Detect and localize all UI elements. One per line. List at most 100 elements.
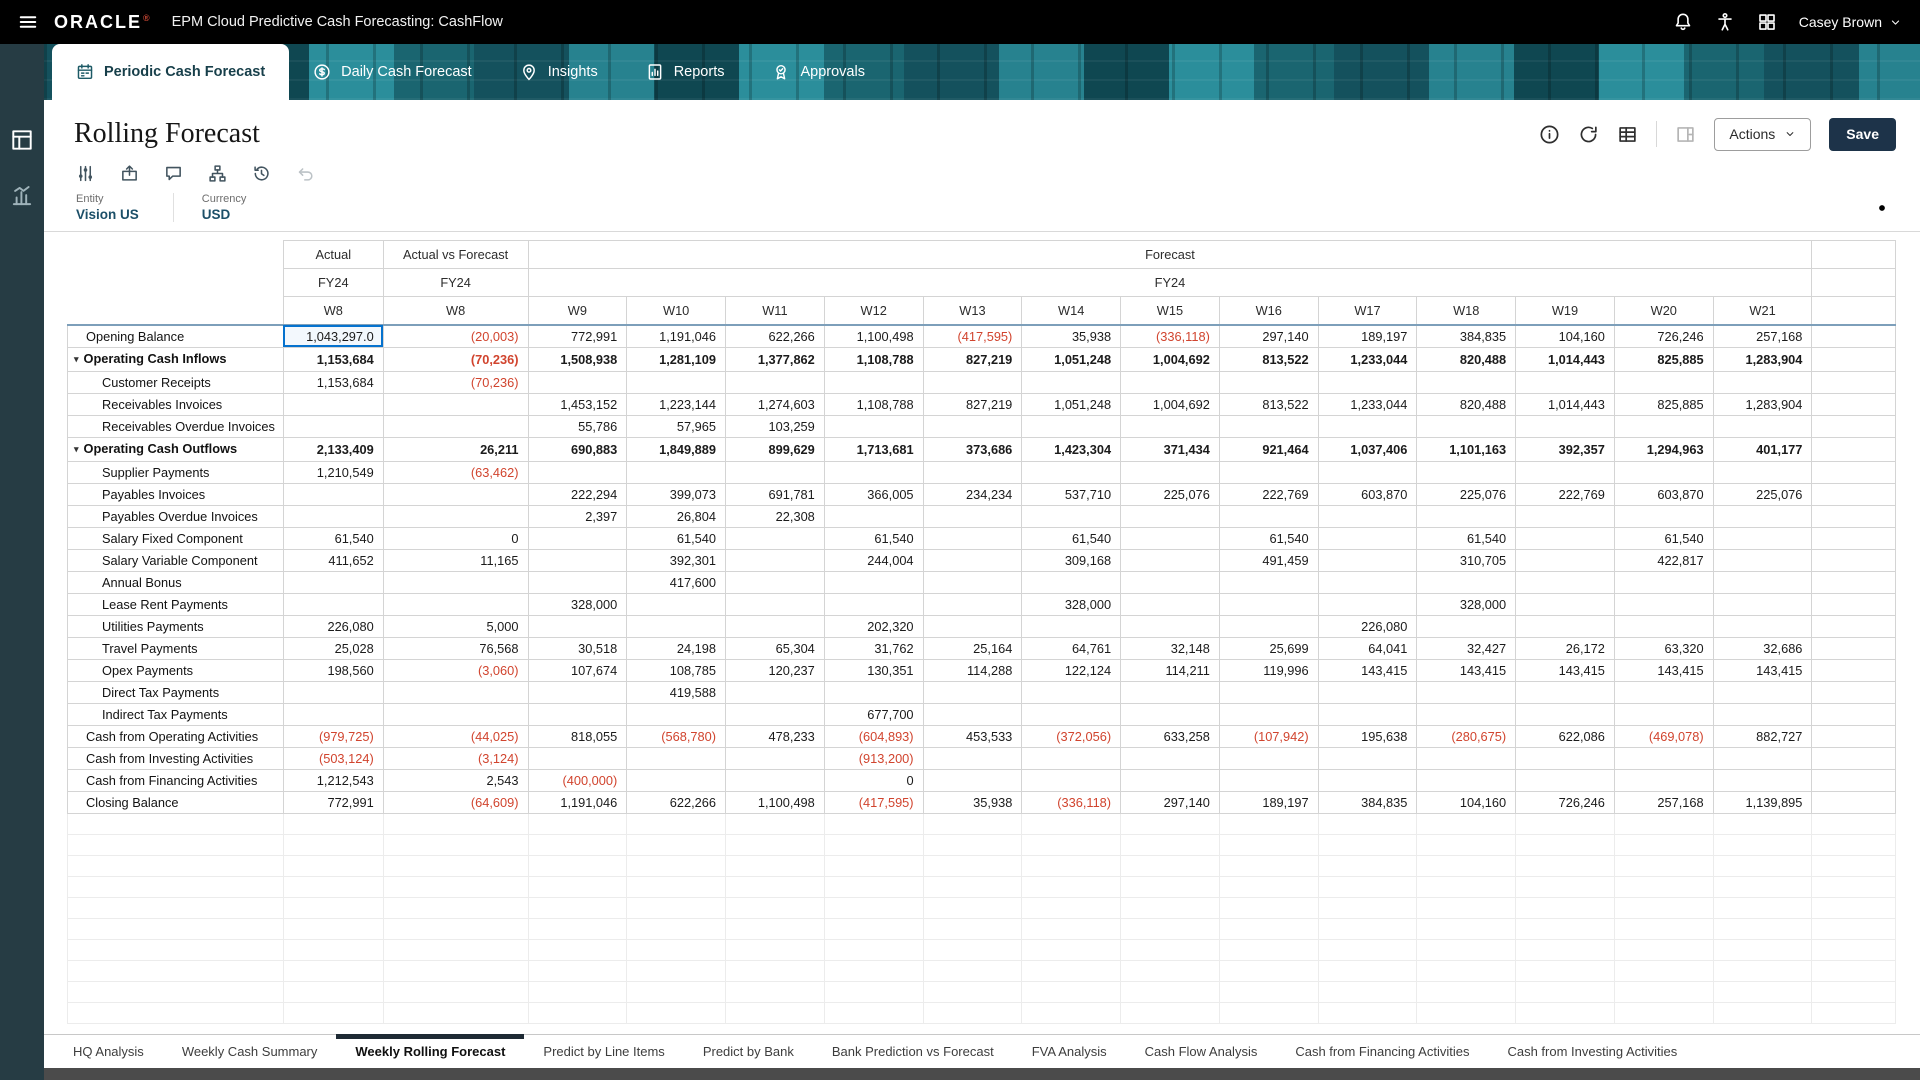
- grid-cell-empty[interactable]: [528, 855, 627, 876]
- grid-cell[interactable]: [1022, 371, 1121, 393]
- grid-cell[interactable]: [923, 571, 1022, 593]
- grid-cell[interactable]: 827,219: [923, 393, 1022, 415]
- grid-cell-empty[interactable]: [1318, 981, 1417, 1002]
- grid-cell-empty[interactable]: [1022, 897, 1121, 918]
- grid-cell-empty[interactable]: [627, 813, 726, 834]
- grid-view-icon[interactable]: [1617, 124, 1638, 145]
- grid-cell[interactable]: (70,236): [383, 371, 528, 393]
- grid-cell[interactable]: [1121, 571, 1220, 593]
- grid-cell[interactable]: [1417, 371, 1516, 393]
- grid-cell-empty[interactable]: [383, 813, 528, 834]
- rail-analytics-icon[interactable]: [10, 184, 34, 208]
- grid-cell-empty[interactable]: [1812, 393, 1896, 415]
- row-label[interactable]: ▾Operating Cash Outflows: [68, 437, 284, 461]
- grid-cell-empty[interactable]: [1812, 571, 1896, 593]
- week-header[interactable]: W20: [1614, 297, 1713, 325]
- grid-cell[interactable]: [726, 593, 825, 615]
- grid-cell[interactable]: 297,140: [1121, 791, 1220, 813]
- comment-icon[interactable]: [164, 164, 183, 183]
- grid-cell-empty[interactable]: [1614, 834, 1713, 855]
- grid-cell[interactable]: (400,000): [528, 769, 627, 791]
- grid-cell-empty[interactable]: [1417, 876, 1516, 897]
- grid-cell[interactable]: 104,160: [1417, 791, 1516, 813]
- grid-cell-empty[interactable]: [1614, 813, 1713, 834]
- grid-cell[interactable]: 422,817: [1614, 549, 1713, 571]
- grid-cell[interactable]: [1516, 549, 1615, 571]
- week-header[interactable]: W13: [923, 297, 1022, 325]
- grid-cell[interactable]: 622,086: [1516, 725, 1615, 747]
- grid-cell-empty[interactable]: [1318, 918, 1417, 939]
- grid-cell[interactable]: [627, 747, 726, 769]
- grid-cell[interactable]: 1,713,681: [824, 437, 923, 461]
- grid-cell[interactable]: 328,000: [1417, 593, 1516, 615]
- grid-cell-empty[interactable]: [824, 876, 923, 897]
- apps-icon[interactable]: [1757, 12, 1777, 32]
- sheet-tab-hq-analysis[interactable]: HQ Analysis: [54, 1035, 163, 1068]
- grid-cell-empty[interactable]: [1812, 876, 1896, 897]
- grid-cell[interactable]: (107,942): [1219, 725, 1318, 747]
- grid-cell[interactable]: 61,540: [283, 527, 383, 549]
- grid-cell[interactable]: 1,004,692: [1121, 347, 1220, 371]
- grid-cell[interactable]: [726, 549, 825, 571]
- grid-cell[interactable]: [1713, 549, 1812, 571]
- grid-cell[interactable]: 726,246: [1614, 325, 1713, 348]
- grid-cell[interactable]: 297,140: [1219, 325, 1318, 348]
- grid-cell[interactable]: 63,320: [1614, 637, 1713, 659]
- grid-cell-empty[interactable]: [1614, 855, 1713, 876]
- bell-icon[interactable]: [1673, 12, 1693, 32]
- grid-cell-empty[interactable]: [1121, 834, 1220, 855]
- grid-cell-empty[interactable]: [1121, 876, 1220, 897]
- grid-cell[interactable]: 2,397: [528, 505, 627, 527]
- grid-cell-empty[interactable]: [726, 981, 825, 1002]
- grid-cell[interactable]: 392,301: [627, 549, 726, 571]
- grid-cell[interactable]: 328,000: [1022, 593, 1121, 615]
- grid-cell[interactable]: [1318, 747, 1417, 769]
- grid-cell[interactable]: 22,308: [726, 505, 825, 527]
- grid-cell[interactable]: [1614, 593, 1713, 615]
- grid-cell[interactable]: [383, 393, 528, 415]
- row-label[interactable]: Customer Receipts: [68, 371, 284, 393]
- grid-cell[interactable]: [528, 747, 627, 769]
- grid-cell[interactable]: [1219, 681, 1318, 703]
- year-header[interactable]: FY24: [383, 269, 528, 297]
- grid-cell-empty[interactable]: [726, 834, 825, 855]
- grid-cell-empty[interactable]: [1812, 918, 1896, 939]
- grid-cell[interactable]: [1318, 415, 1417, 437]
- grid-cell[interactable]: [824, 593, 923, 615]
- grid-cell[interactable]: 32,427: [1417, 637, 1516, 659]
- grid-cell-empty[interactable]: [1417, 939, 1516, 960]
- week-header[interactable]: W17: [1318, 297, 1417, 325]
- grid-cell-empty[interactable]: [1713, 981, 1812, 1002]
- grid-cell[interactable]: 61,540: [1022, 527, 1121, 549]
- grid-cell[interactable]: 813,522: [1219, 347, 1318, 371]
- grid-cell[interactable]: 1,101,163: [1417, 437, 1516, 461]
- grid-cell[interactable]: [923, 371, 1022, 393]
- grid-cell-empty[interactable]: [283, 876, 383, 897]
- grid-cell-empty[interactable]: [923, 918, 1022, 939]
- grid-cell-empty[interactable]: [923, 813, 1022, 834]
- info-icon[interactable]: [1539, 124, 1560, 145]
- row-label[interactable]: Payables Invoices: [68, 483, 284, 505]
- grid-cell-empty[interactable]: [528, 1002, 627, 1023]
- module-tab-daily-cash-forecast[interactable]: Daily Cash Forecast: [289, 44, 496, 100]
- grid-cell[interactable]: [1219, 703, 1318, 725]
- row-label[interactable]: Annual Bonus: [68, 571, 284, 593]
- grid-cell[interactable]: [1022, 769, 1121, 791]
- grid-cell-empty[interactable]: [1417, 981, 1516, 1002]
- grid-cell[interactable]: [627, 769, 726, 791]
- grid-cell[interactable]: 61,540: [824, 527, 923, 549]
- grid-cell[interactable]: 384,835: [1318, 791, 1417, 813]
- grid-cell[interactable]: 1,283,904: [1713, 347, 1812, 371]
- grid-cell[interactable]: [726, 371, 825, 393]
- grid-cell[interactable]: [1318, 461, 1417, 483]
- grid-cell-empty[interactable]: [824, 939, 923, 960]
- grid-cell-empty[interactable]: [283, 981, 383, 1002]
- grid-cell[interactable]: [726, 747, 825, 769]
- grid-cell[interactable]: 1,051,248: [1022, 347, 1121, 371]
- grid-cell[interactable]: 25,164: [923, 637, 1022, 659]
- grid-cell-empty[interactable]: [1713, 960, 1812, 981]
- grid-cell[interactable]: 818,055: [528, 725, 627, 747]
- grid-cell[interactable]: (3,124): [383, 747, 528, 769]
- grid-cell[interactable]: [726, 571, 825, 593]
- grid-cell-empty[interactable]: [528, 939, 627, 960]
